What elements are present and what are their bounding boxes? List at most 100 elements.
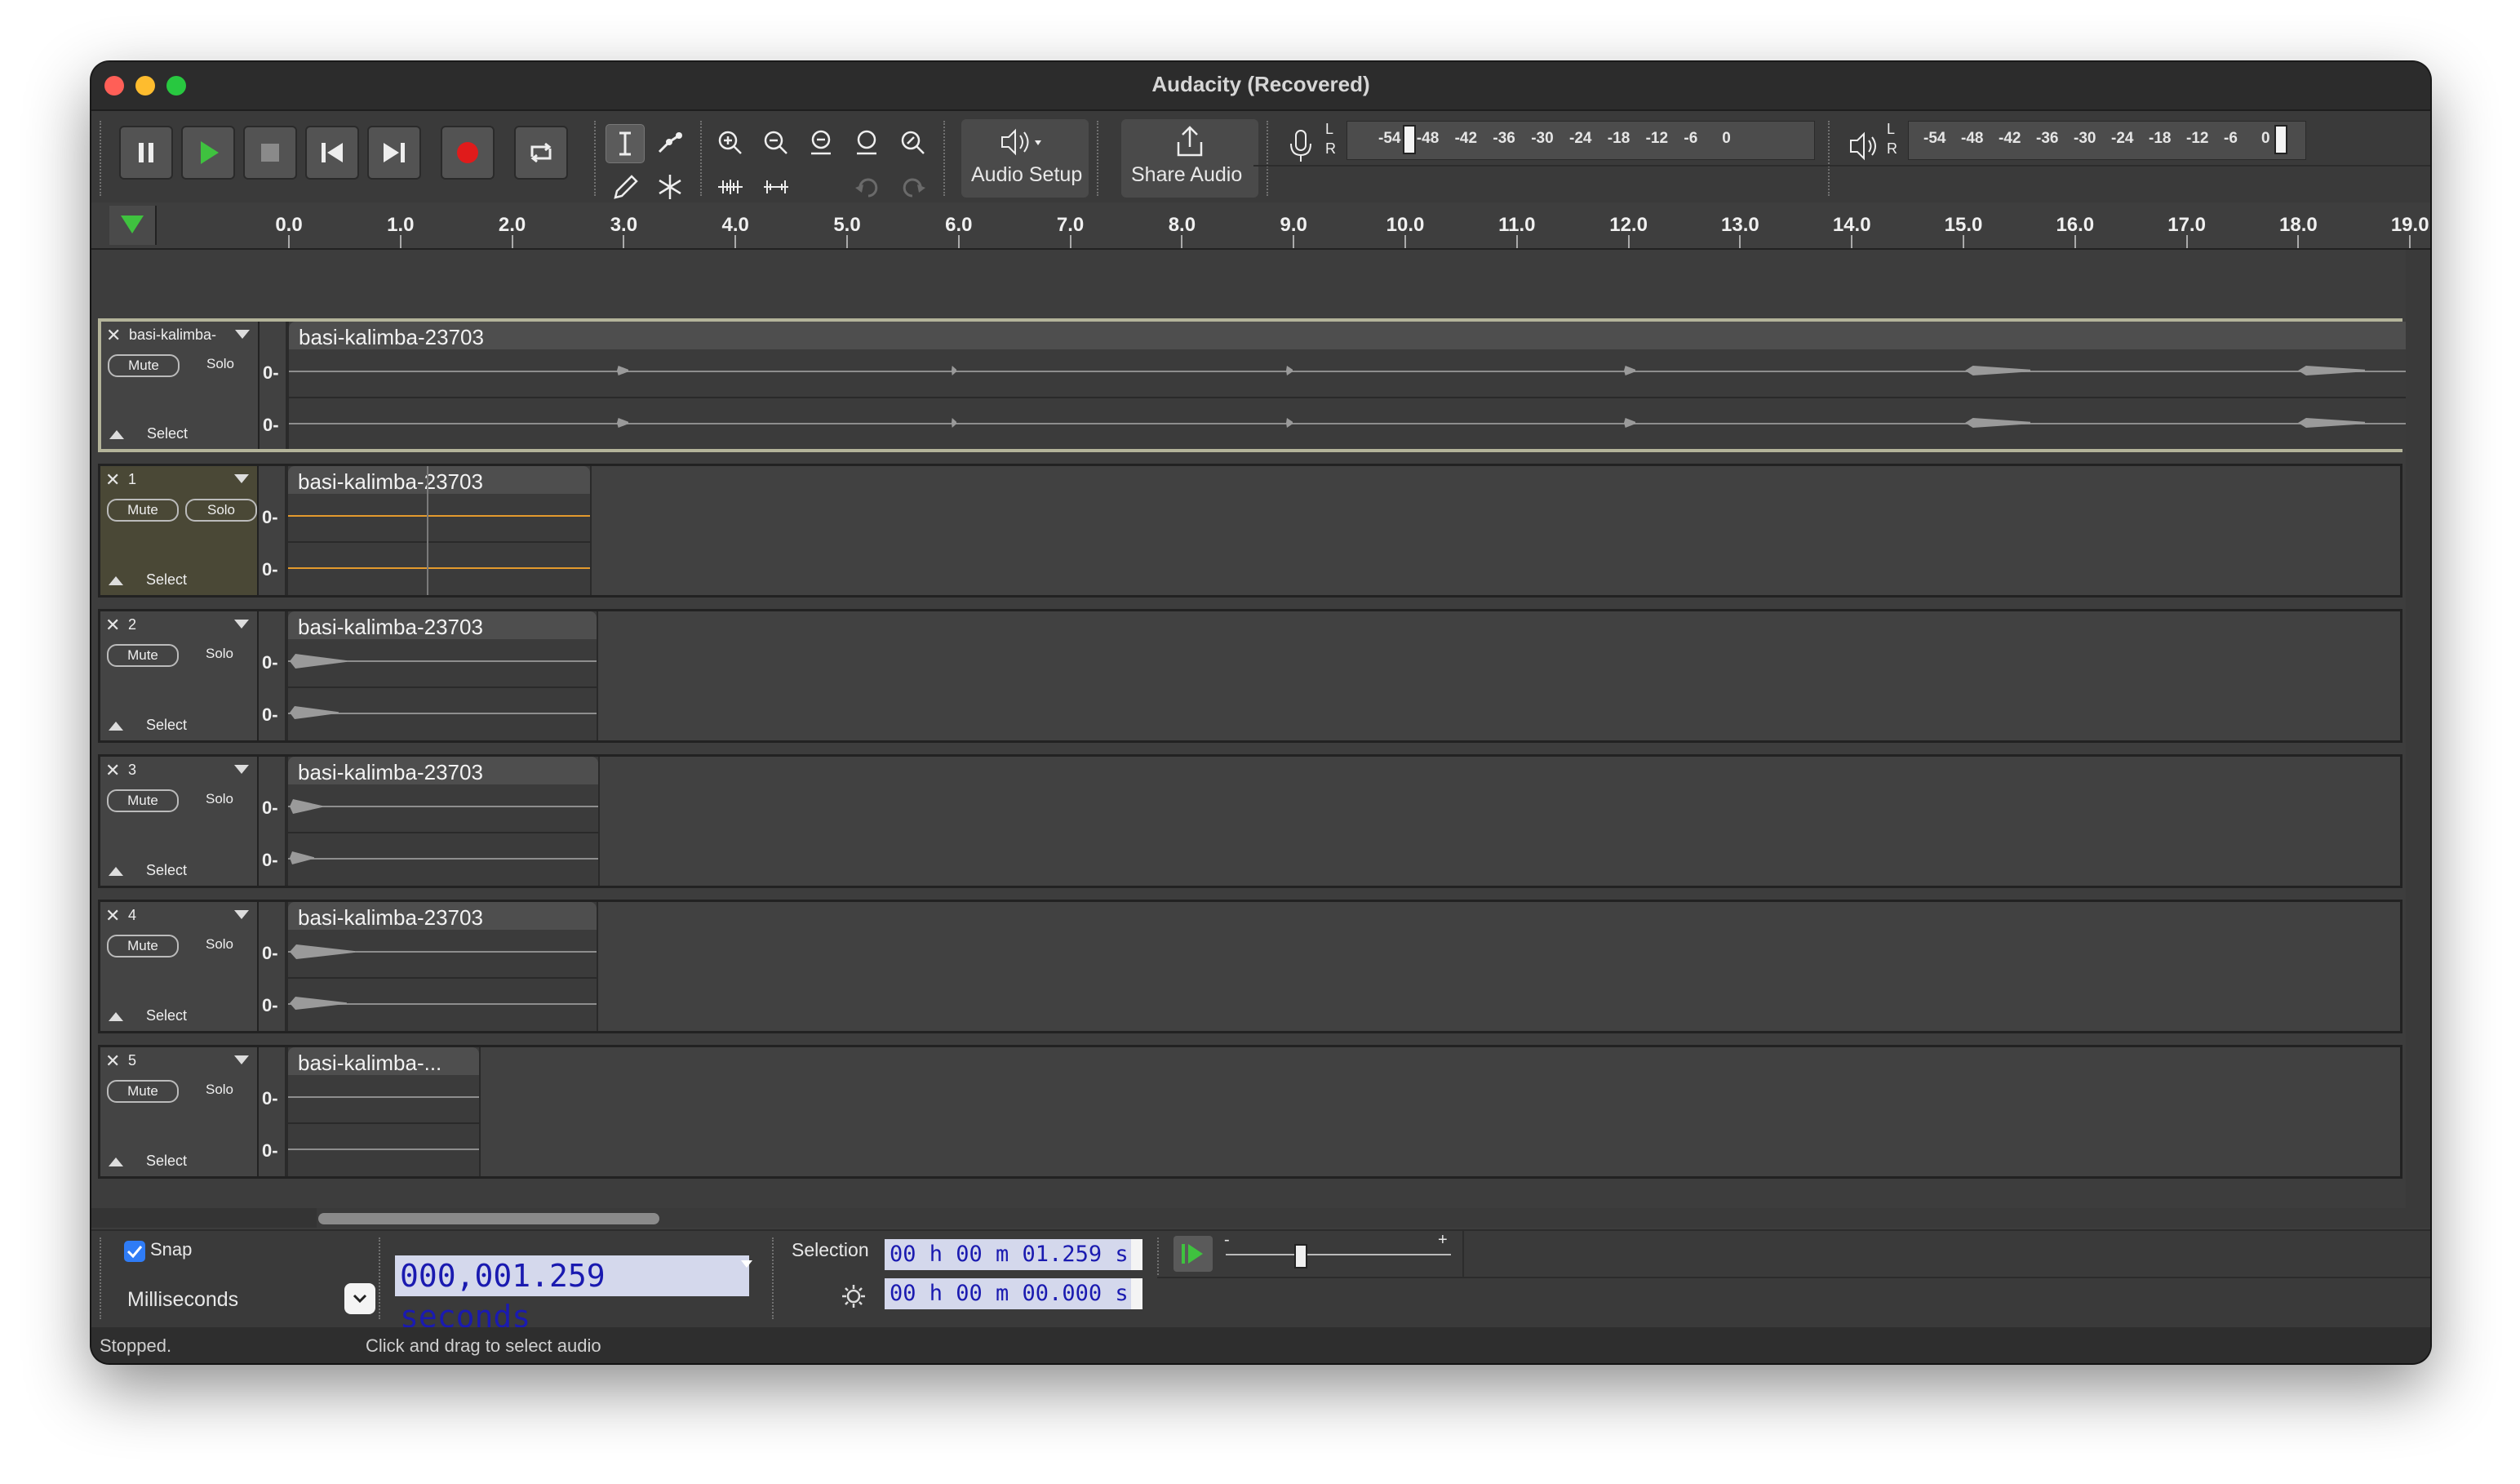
horizontal-scrollbar[interactable]	[91, 1208, 2430, 1228]
track-name-menu[interactable]: 3	[128, 762, 136, 779]
snap-unit-select[interactable]: Milliseconds	[121, 1283, 375, 1316]
chevron-down-icon[interactable]	[1131, 1239, 1142, 1270]
mute-button[interactable]: Mute	[107, 1080, 179, 1103]
microphone-icon[interactable]	[1284, 127, 1317, 165]
audio-setup-button[interactable]: Audio Setup	[961, 119, 1089, 198]
audio-clip[interactable]: basi-kalimba-23703	[286, 611, 598, 740]
audio-clip[interactable]: basi-kalimba-23703	[286, 757, 600, 886]
solo-button[interactable]: Solo	[185, 935, 254, 954]
audio-clip[interactable]: basi-kalimba-23703	[286, 902, 598, 1031]
loop-button[interactable]	[514, 126, 568, 180]
audio-position-display[interactable]: 000,001.259 seconds	[395, 1255, 749, 1335]
vertical-scale[interactable]: 0- 0-	[259, 466, 286, 595]
undo-button[interactable]	[849, 168, 886, 206]
track-name-menu[interactable]: 5	[128, 1052, 136, 1069]
chevron-down-icon[interactable]	[741, 1260, 752, 1268]
track-control-panel[interactable]: ✕ 1 Mute Solo Select	[100, 466, 259, 595]
record-meter[interactable]: -54 -48 -42 -36 -30 -24 -18 -12 -6 0	[1347, 121, 1815, 160]
selection-tool[interactable]	[606, 124, 645, 163]
speed-slider-thumb[interactable]	[1294, 1244, 1307, 1269]
audio-clip[interactable]: basi-kalimba-23703	[287, 322, 2429, 449]
audio-clip[interactable]: basi-kalimba-23703	[286, 466, 592, 595]
audio-clip[interactable]: basi-kalimba-...	[286, 1047, 481, 1176]
share-audio-button[interactable]: Share Audio	[1121, 119, 1258, 198]
clip-header[interactable]: basi-kalimba-23703	[288, 611, 597, 639]
track-area[interactable]: ✕ basi-kalimba- Mute Solo Select 0- 0- basi-kal…	[91, 250, 2430, 1208]
clip-header[interactable]: basi-kalimba-...	[288, 1047, 479, 1075]
selection-start-field[interactable]: 00 h 00 m 01.259 s	[885, 1239, 1131, 1270]
close-track-icon[interactable]: ✕	[105, 615, 120, 636]
close-track-icon[interactable]: ✕	[105, 1051, 120, 1072]
solo-button[interactable]: Solo	[185, 644, 254, 664]
trim-outside-button[interactable]	[712, 168, 749, 206]
vertical-scale[interactable]: 0- 0-	[259, 757, 286, 886]
select-track-button[interactable]: Select	[146, 1153, 187, 1170]
snap-checkbox[interactable]	[124, 1241, 145, 1262]
mute-button[interactable]: Mute	[107, 789, 179, 812]
zoom-in-button[interactable]	[712, 124, 749, 162]
collapse-track-icon[interactable]	[109, 1012, 123, 1021]
close-track-icon[interactable]: ✕	[105, 905, 120, 926]
mute-button[interactable]: Mute	[107, 935, 179, 957]
audio-track[interactable]: ✕ 1 Mute Solo Select 0- 0- basi-kalimba-23703	[98, 464, 2402, 598]
track-control-panel[interactable]: ✕ 4 Mute Solo Select	[100, 902, 259, 1031]
close-track-icon[interactable]: ✕	[105, 760, 120, 781]
vertical-scrollbar[interactable]	[2406, 250, 2430, 1208]
clip-header[interactable]: basi-kalimba-23703	[288, 902, 597, 930]
envelope-tool[interactable]	[651, 124, 689, 162]
mute-button[interactable]: Mute	[107, 499, 179, 522]
collapse-track-icon[interactable]	[109, 430, 124, 439]
solo-button[interactable]: Solo	[186, 354, 255, 374]
clip-header[interactable]: basi-kalimba-23703	[288, 757, 598, 784]
track-name-menu[interactable]: 2	[128, 616, 136, 633]
solo-button[interactable]: Solo	[185, 1080, 254, 1100]
close-track-icon[interactable]: ✕	[106, 325, 121, 346]
multi-tool[interactable]	[651, 168, 689, 206]
solo-button[interactable]: Solo	[185, 499, 257, 522]
select-track-button[interactable]: Select	[146, 717, 187, 734]
audio-track[interactable]: ✕ basi-kalimba- Mute Solo Select 0- 0- basi-kal…	[98, 318, 2429, 452]
playback-meter[interactable]: -54 -48 -42 -36 -30 -24 -18 -12 -6 0	[1908, 121, 2306, 160]
speaker-icon[interactable]	[1844, 127, 1882, 165]
record-meter-slider[interactable]	[1403, 125, 1416, 154]
track-name-menu[interactable]: 4	[128, 907, 136, 924]
collapse-track-icon[interactable]	[109, 1157, 123, 1166]
redo-button[interactable]	[894, 168, 932, 206]
playback-meter-slider[interactable]	[2274, 125, 2287, 154]
play-at-speed-button[interactable]	[1173, 1236, 1213, 1272]
pause-button[interactable]	[119, 126, 173, 180]
vertical-scale[interactable]: 0- 0-	[259, 902, 286, 1031]
audio-track[interactable]: ✕ 5 Mute Solo Select 0- 0- basi-kalimba-...	[98, 1045, 2402, 1179]
chevron-down-icon[interactable]	[1131, 1278, 1142, 1309]
track-menu-arrow-icon[interactable]	[234, 474, 249, 483]
track-control-panel[interactable]: ✕ basi-kalimba- Mute Solo Select	[101, 322, 260, 449]
mute-button[interactable]: Mute	[107, 644, 179, 667]
mute-button[interactable]: Mute	[108, 354, 180, 377]
play-button[interactable]	[181, 126, 235, 180]
draw-tool[interactable]	[606, 168, 643, 206]
skip-to-end-button[interactable]	[367, 126, 421, 180]
vertical-scale[interactable]: 0- 0-	[259, 611, 286, 740]
timeline-options-button[interactable]	[109, 206, 157, 245]
audio-track[interactable]: ✕ 4 Mute Solo Select 0- 0- basi-kalimba-23703	[98, 900, 2402, 1033]
track-name-menu[interactable]: 1	[128, 471, 136, 488]
silence-selection-button[interactable]	[757, 168, 795, 206]
select-track-button[interactable]: Select	[146, 571, 187, 589]
solo-button[interactable]: Solo	[185, 789, 254, 809]
vertical-scale[interactable]: 0- 0-	[260, 322, 287, 449]
audio-track[interactable]: ✕ 2 Mute Solo Select 0- 0- basi-kalimba-23703	[98, 609, 2402, 743]
close-track-icon[interactable]: ✕	[105, 469, 120, 491]
timeline-ruler[interactable]: 0.0 1.0 2.0 3.0 4.0 5.0 6.0 7.0 8.0 9.0 10.0 11.0 12…	[91, 202, 2430, 250]
track-menu-arrow-icon[interactable]	[234, 620, 249, 629]
collapse-track-icon[interactable]	[109, 722, 123, 731]
select-track-button[interactable]: Select	[146, 862, 187, 879]
selection-end-field[interactable]: 00 h 00 m 00.000 s	[885, 1278, 1131, 1309]
vertical-scale[interactable]: 0- 0-	[259, 1047, 286, 1176]
zoom-toggle-button[interactable]	[894, 124, 932, 162]
stop-button[interactable]	[243, 126, 297, 180]
clip-header[interactable]: basi-kalimba-23703	[288, 466, 590, 494]
clip-header[interactable]: basi-kalimba-23703	[289, 322, 2427, 349]
track-menu-arrow-icon[interactable]	[234, 910, 249, 919]
toolbar-grip[interactable]	[100, 121, 106, 196]
collapse-track-icon[interactable]	[109, 576, 123, 585]
